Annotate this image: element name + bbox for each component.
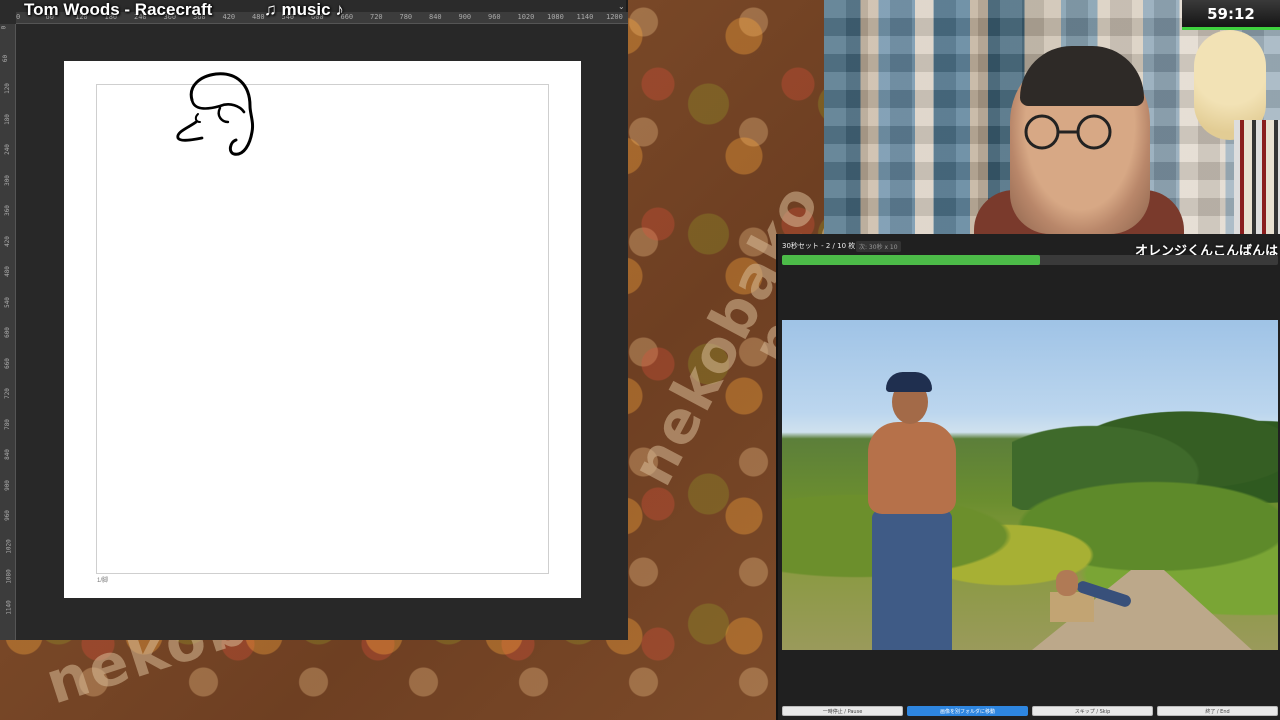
- canvas-corner-label: 1/脚: [97, 578, 109, 584]
- next-set-badge: 次: 30秒 x 10: [856, 241, 901, 252]
- ruler-tick-label: 300: [3, 174, 11, 186]
- sketch-stroke: [176, 72, 255, 156]
- ruler-tick-label: 780: [3, 418, 11, 430]
- frame-guide: [96, 84, 549, 574]
- reference-photo: [782, 320, 1278, 650]
- timer-progress-fill: [782, 255, 1040, 265]
- ruler-tick-label: 900: [3, 479, 11, 491]
- timer-progress-bar: [782, 255, 1278, 265]
- photo-standing-man: [858, 370, 968, 650]
- ruler-tick-label: 840: [429, 13, 442, 21]
- skip-button[interactable]: スキップ / Skip: [1032, 706, 1153, 716]
- ruler-tick-label: 0: [16, 13, 21, 21]
- ruler-tick-label: 1140: [576, 13, 594, 21]
- ruler-tick-label: 0: [0, 25, 8, 30]
- ruler-tick-label: 180: [3, 113, 11, 125]
- panel-header: 30秒セット - 2 / 10 枚目 次: 30秒 x 10 オレンジくんこんば…: [778, 238, 1280, 259]
- photo-sitting-man: [1050, 564, 1140, 624]
- ruler-tick-label: 720: [3, 388, 11, 399]
- ruler-tick-label: 1200: [606, 13, 623, 21]
- ruler-tick-label: 480: [3, 266, 11, 277]
- webcam-feed: [824, 0, 1280, 234]
- vertical-ruler: 0 60 120 180 240 300 360 420 480 540 600 660 720 780 8…: [0, 24, 16, 640]
- ruler-tick-label: 780: [399, 13, 413, 21]
- ruler-tick-label: 540: [3, 296, 11, 308]
- music-label-overlay: ♫ music ♪: [264, 0, 344, 19]
- bookshelf: [1234, 120, 1280, 234]
- drawing-app-window: 0 60 120 180 240 300 360 420 480 540 600 660 720 780 8…: [0, 0, 628, 640]
- ruler-tick-label: 240: [3, 144, 11, 155]
- ruler-tick-label: 600: [3, 327, 11, 338]
- glasses-icon: [1024, 114, 1112, 150]
- ruler-tick-label: 480: [252, 13, 265, 21]
- ruler-tick-label: 1020: [5, 538, 13, 554]
- ruler-tick-label: 420: [3, 235, 11, 247]
- ruler-tick-label: 60: [2, 54, 10, 62]
- ruler-tick-label: 1140: [5, 599, 13, 615]
- ruler-tick-label: 900: [458, 13, 472, 21]
- ruler-tick-label: 960: [3, 510, 11, 521]
- set-progress-label: 30秒セット - 2 / 10 枚目: [782, 242, 863, 250]
- figure-practice-panel: 30秒セット - 2 / 10 枚目 次: 30秒 x 10 オレンジくんこんば…: [776, 234, 1280, 720]
- ruler-tick-label: 1020: [517, 13, 535, 21]
- ruler-tick-label: 360: [3, 205, 11, 216]
- ruler-tick-label: 840: [3, 449, 11, 460]
- ruler-tick-label: 720: [370, 13, 383, 21]
- panel-button-bar: 一時停止 / Pause 画像を別フォルダに移動 スキップ / Skip 終了 …: [782, 706, 1278, 716]
- ruler-tick-label: 960: [488, 13, 501, 21]
- ruler-tick-label: 120: [3, 83, 11, 94]
- ruler-tick-label: 660: [3, 357, 11, 369]
- ruler-tick-label: 1080: [5, 569, 13, 584]
- end-button[interactable]: 終了 / End: [1157, 706, 1278, 716]
- more-options-icon[interactable]: ⌄: [618, 2, 625, 11]
- ruler-tick-label: 1080: [547, 13, 564, 21]
- pause-button[interactable]: 一時停止 / Pause: [782, 706, 903, 716]
- ruler-tick-label: 420: [222, 13, 236, 21]
- move-image-button[interactable]: 画像を別フォルダに移動: [907, 706, 1028, 716]
- stream-timer: 59:12: [1182, 0, 1280, 30]
- song-title-overlay: Tom Woods - Racecraft: [24, 0, 213, 19]
